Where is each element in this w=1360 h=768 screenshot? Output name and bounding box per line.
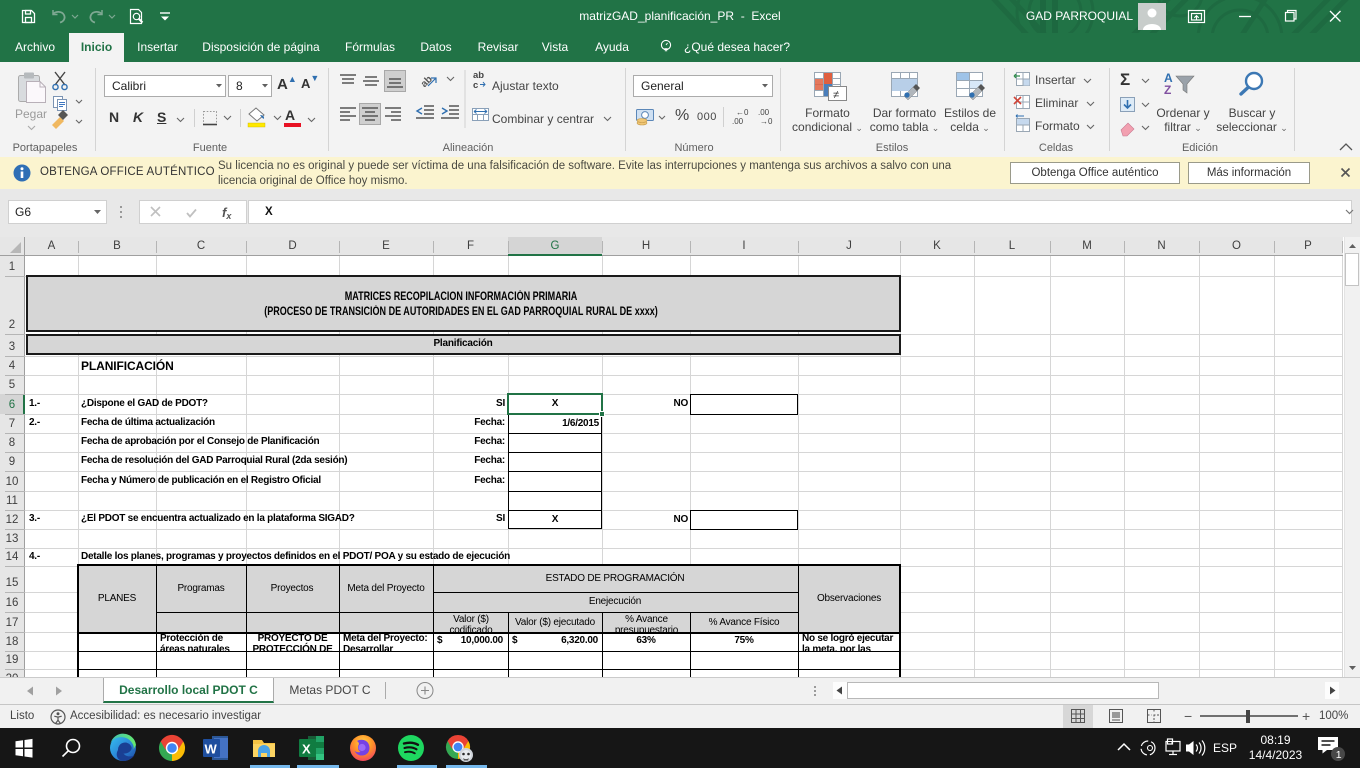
svg-text:→0: →0 bbox=[760, 117, 773, 126]
svg-text:c: c bbox=[473, 80, 478, 91]
svg-text:.00: .00 bbox=[758, 108, 770, 117]
svg-text:≠: ≠ bbox=[833, 89, 839, 101]
svg-text:fx: fx bbox=[222, 205, 232, 221]
svg-text:←0: ←0 bbox=[736, 108, 749, 117]
svg-text:.00: .00 bbox=[732, 117, 744, 126]
svg-text:1: 1 bbox=[1336, 749, 1342, 761]
svg-text:Z: Z bbox=[1164, 83, 1171, 97]
svg-text:X: X bbox=[302, 742, 311, 757]
svg-text:W: W bbox=[205, 742, 218, 757]
